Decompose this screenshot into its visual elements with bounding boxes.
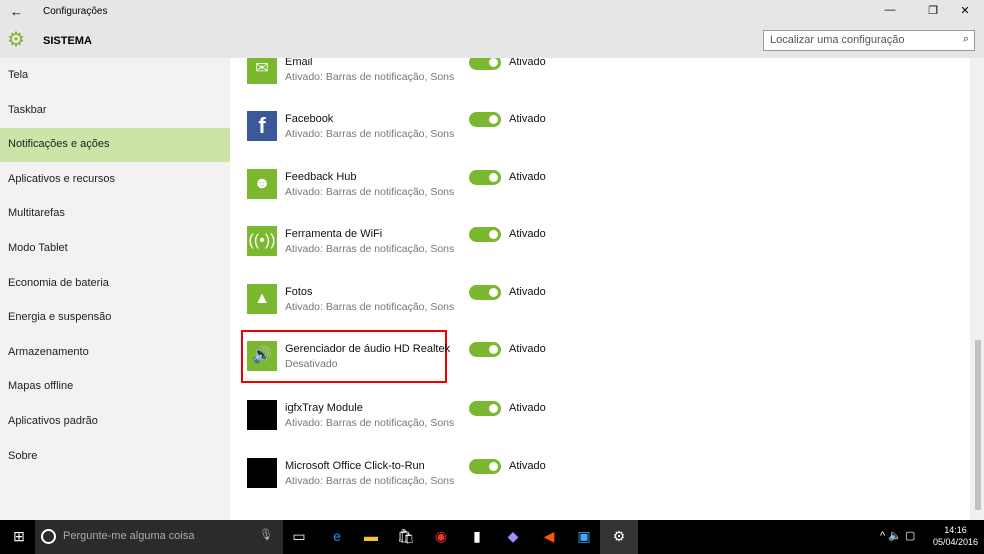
app-status: Ativado: Barras de notificação, Sons [285,301,455,313]
app-status: Ativado: Barras de notificação, Sons [285,128,455,140]
wifi-icon: ((•)) [247,226,277,256]
toggle-state: Ativado [509,228,546,240]
list-item: ☻ Feedback Hub Ativado: Barras de notifi… [247,169,947,215]
document-icon[interactable]: ▮ [466,528,488,545]
app-status: Ativado: Barras de notificação, Sons [285,71,455,83]
notification-toggle[interactable] [469,112,501,127]
minimize-button[interactable]: — [880,4,900,16]
clock[interactable]: 14:16 05/04/2016 [933,524,978,548]
sidebar-item[interactable]: Mapas offline [0,370,230,404]
date: 05/04/2016 [932,537,978,547]
scrollbar-thumb[interactable] [975,340,981,510]
edge-icon[interactable]: e [326,528,348,544]
toggle-state: Ativado [509,460,546,472]
mail-icon: ✉ [247,58,277,84]
image-viewer-icon[interactable]: ▣ [573,528,595,545]
sidebar-item[interactable]: Armazenamento [0,336,230,370]
app-status: Ativado: Barras de notificação, Sons [285,417,455,429]
gear-icon: ⚙ [7,29,25,51]
list-item: f Facebook Ativado: Barras de notificaçã… [247,111,947,157]
app-name: igfxTray Module [285,402,363,414]
toggle-state: Ativado [509,402,546,414]
header: ⚙ SISTEMA Localizar uma configuração ⌕ [0,24,984,58]
store-icon[interactable]: 🛍 [395,528,417,545]
notifications-app-list: ✉ Email Ativado: Barras de notificação, … [230,58,970,520]
sidebar-item[interactable]: Taskbar [0,94,230,128]
feedback-icon: ☻ [247,169,277,199]
list-item: ✉ Email Ativado: Barras de notificação, … [247,58,947,100]
system-tray[interactable]: ^ 🔈 ▢ [880,529,915,542]
toggle-state: Ativado [509,286,546,298]
toggle-state: Ativado [509,343,546,355]
cortana-icon [41,529,56,544]
taskbar: ⊞ Pergunte-me alguma coisa 🎙 ▭ e ▬ 🛍 ◉ ▮… [0,520,984,554]
list-item: ▲ Fotos Ativado: Barras de notificação, … [247,284,947,330]
app-status: Ativado: Barras de notificação, Sons [285,475,455,487]
settings-icon[interactable]: ⚙ [600,520,638,554]
app-status: Desativado [285,358,338,370]
app-name: Feedback Hub [285,171,357,183]
app-name: Facebook [285,113,334,125]
app-name: Fotos [285,286,313,298]
app-icon [247,458,277,488]
notification-toggle[interactable] [469,170,501,185]
cortana-placeholder: Pergunte-me alguma coisa [63,530,195,542]
speaker-icon: 🔊 [247,341,277,371]
notification-toggle[interactable] [469,58,501,70]
sidebar-item[interactable]: Multitarefas [0,197,230,231]
cortana-search[interactable]: Pergunte-me alguma coisa 🎙 [35,520,283,554]
list-item: 🔊 Gerenciador de áudio HD Realtek Desati… [247,341,947,387]
app-name: Ferramenta de WiFi [285,228,383,240]
maximize-button[interactable]: ❐ [923,4,943,17]
search-placeholder: Localizar uma configuração [770,34,905,46]
back-button[interactable]: ← [10,4,23,19]
sidebar-item[interactable]: Aplicativos padrão [0,405,230,439]
list-item: igfxTray Module Ativado: Barras de notif… [247,400,947,446]
notification-toggle[interactable] [469,227,501,242]
title-bar: ← Configurações — ❐ ✕ [0,0,984,24]
sidebar-item[interactable]: Economia de bateria [0,267,230,301]
photos-icon: ▲ [247,284,277,314]
app-name: Microsoft Office Click-to-Run [285,460,425,472]
page-title: SISTEMA [43,35,92,47]
sidebar-item[interactable]: Sobre [0,440,230,474]
speaker-icon[interactable]: ◀ [538,528,560,545]
toggle-state: Ativado [509,58,546,68]
app-status: Ativado: Barras de notificação, Sons [285,243,455,255]
app-name: Email [285,58,313,68]
sidebar-item[interactable]: Energia e suspensão [0,301,230,335]
sidebar-item[interactable]: Aplicativos e recursos [0,163,230,197]
notification-toggle[interactable] [469,459,501,474]
toggle-state: Ativado [509,171,546,183]
sidebar-item[interactable]: Modo Tablet [0,232,230,266]
sidebar-item[interactable]: Notificações e ações [0,128,230,163]
window-title: Configurações [43,6,108,17]
notification-toggle[interactable] [469,285,501,300]
time: 14:16 [944,525,967,535]
app-name: Gerenciador de áudio HD Realtek [285,343,451,355]
toggle-state: Ativado [509,113,546,125]
notification-toggle[interactable] [469,342,501,357]
file-explorer-icon[interactable]: ▬ [360,528,382,544]
sidebar: Tela Taskbar Notificações e ações Aplicativ… [0,58,230,520]
close-button[interactable]: ✕ [955,4,975,17]
search-input[interactable]: Localizar uma configuração ⌕ [763,30,975,51]
sidebar-item[interactable]: Tela [0,59,230,93]
facebook-icon: f [247,111,277,141]
microphone-icon[interactable]: 🎙 [259,528,273,541]
search-icon[interactable]: ⌕ [963,33,969,46]
task-view-icon[interactable]: ▭ [288,528,310,545]
chrome-icon[interactable]: ◉ [430,528,452,545]
app-icon[interactable]: ◆ [502,528,524,545]
list-item: Microsoft Office Click-to-Run Ativado: B… [247,458,947,504]
app-icon [247,400,277,430]
notification-toggle[interactable] [469,401,501,416]
list-item: ((•)) Ferramenta de WiFi Ativado: Barras… [247,226,947,272]
app-status: Ativado: Barras de notificação, Sons [285,186,455,198]
start-icon[interactable]: ⊞ [8,528,30,545]
